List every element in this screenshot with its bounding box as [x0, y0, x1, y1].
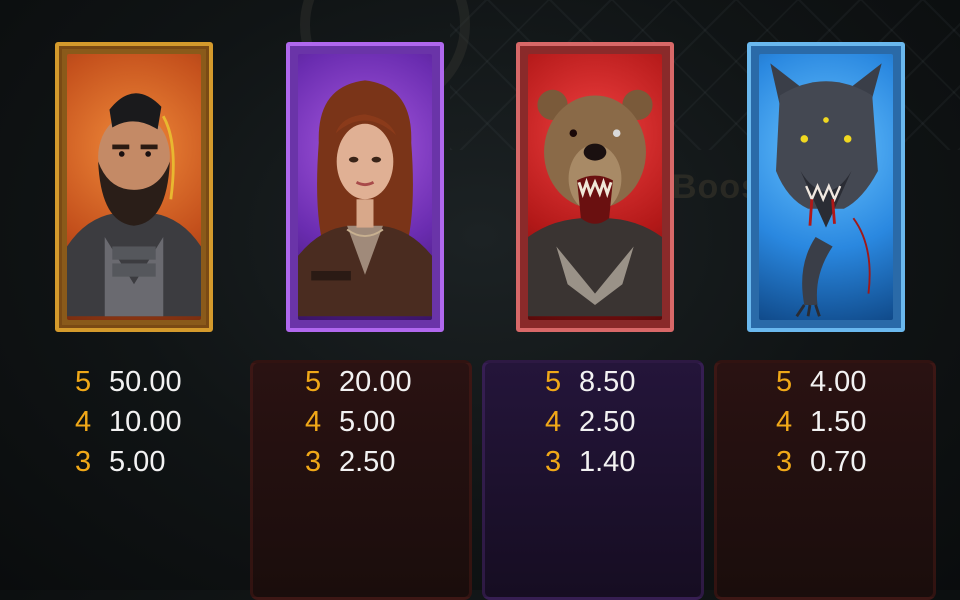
symbol-card-wolf	[747, 42, 905, 332]
pay-row: 5 4.00	[776, 362, 916, 402]
pay-value: 20.00	[339, 366, 412, 398]
pay-value: 1.50	[810, 406, 867, 438]
pay-count: 4	[545, 406, 562, 438]
symbol-card-woman	[286, 42, 444, 332]
pay-value: 1.40	[579, 446, 636, 478]
pay-row: 4 1.50	[776, 402, 916, 442]
pay-count: 4	[776, 406, 793, 438]
pay-value: 0.70	[810, 446, 867, 478]
pay-value: 50.00	[109, 366, 182, 398]
pay-row: 4 10.00	[75, 402, 215, 442]
bearded-man-icon	[67, 93, 201, 317]
pay-count: 5	[75, 366, 92, 398]
pay-value: 8.50	[579, 366, 636, 398]
pay-value: 5.00	[339, 406, 396, 438]
pay-row: 5 20.00	[305, 362, 445, 402]
paytable-woman: 5 20.00 4 5.00 3 2.50	[305, 362, 445, 482]
woman-icon	[298, 80, 432, 317]
pay-row: 3 0.70	[776, 442, 916, 482]
pay-row: 5 50.00	[75, 362, 215, 402]
wolf-portrait	[759, 54, 893, 320]
woman-portrait	[298, 54, 432, 320]
paytable-bearded-man: 5 50.00 4 10.00 3 5.00	[75, 362, 215, 482]
symbol-card-bear	[516, 42, 674, 332]
paytable-wolf: 5 4.00 4 1.50 3 0.70	[776, 362, 916, 482]
pay-row: 4 5.00	[305, 402, 445, 442]
pay-count: 3	[75, 446, 92, 478]
pay-row: 3 1.40	[545, 442, 685, 482]
bearded-man-portrait	[67, 54, 201, 320]
pay-count: 5	[776, 366, 793, 398]
pay-value: 2.50	[579, 406, 636, 438]
pay-value: 10.00	[109, 406, 182, 438]
pay-count: 4	[305, 406, 322, 438]
paytable-bear: 5 8.50 4 2.50 3 1.40	[545, 362, 685, 482]
symbol-card-bearded-man	[55, 42, 213, 332]
bear-icon	[528, 89, 662, 317]
pay-value: 2.50	[339, 446, 396, 478]
pay-value: 4.00	[810, 366, 867, 398]
pay-row: 3 2.50	[305, 442, 445, 482]
wolf-icon	[770, 63, 882, 318]
pay-count: 3	[305, 446, 322, 478]
pay-count: 4	[75, 406, 92, 438]
pay-count: 3	[776, 446, 793, 478]
pay-value: 5.00	[109, 446, 166, 478]
pay-count: 3	[545, 446, 562, 478]
pay-count: 5	[545, 366, 562, 398]
bear-portrait	[528, 54, 662, 320]
pay-row: 4 2.50	[545, 402, 685, 442]
pay-count: 5	[305, 366, 322, 398]
pay-row: 5 8.50	[545, 362, 685, 402]
pay-row: 3 5.00	[75, 442, 215, 482]
